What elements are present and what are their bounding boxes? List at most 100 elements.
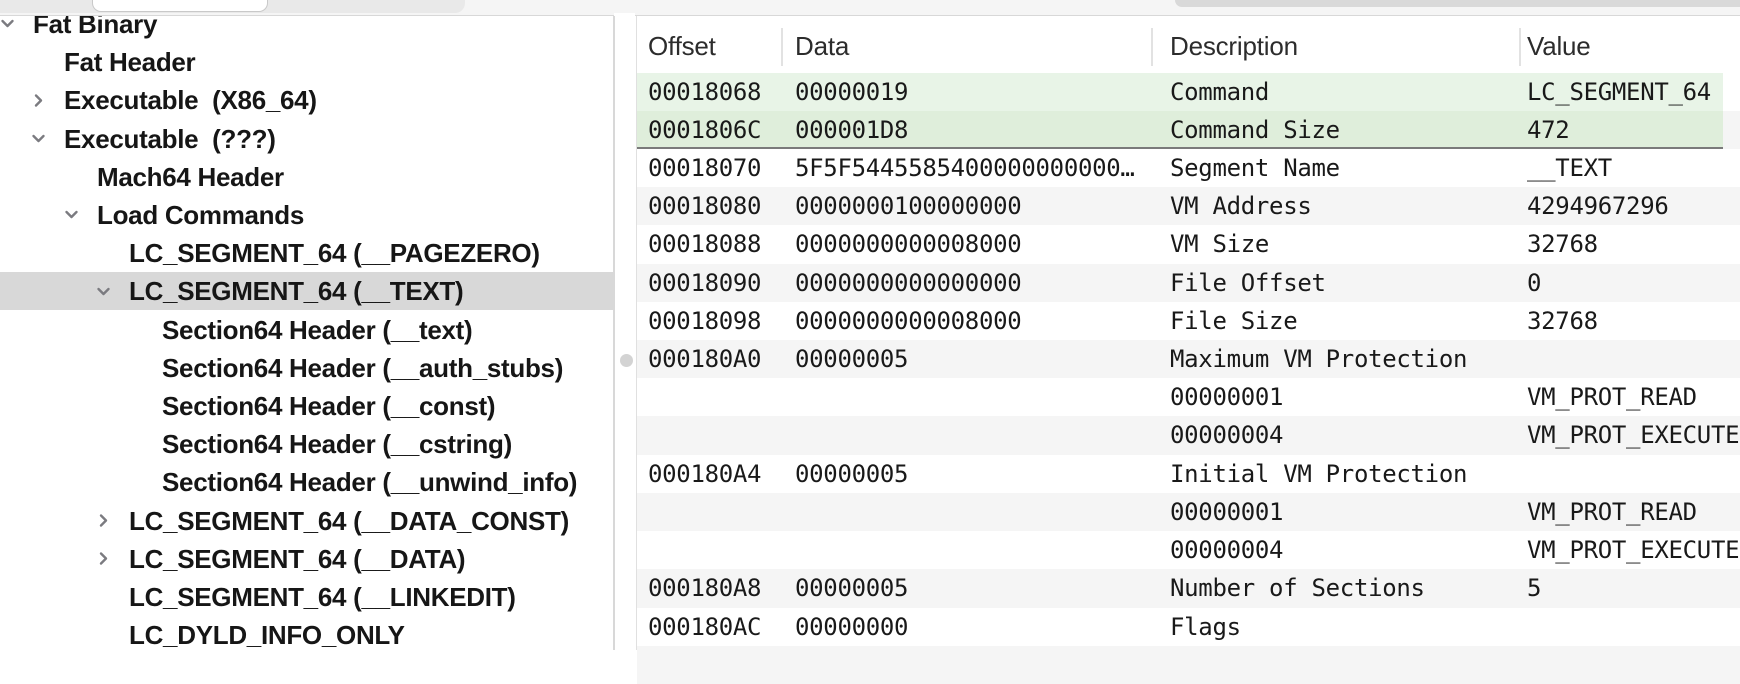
- sidebar-item[interactable]: Executable (X86_64): [0, 81, 613, 119]
- sidebar-item-label: Executable (X86_64): [64, 81, 317, 119]
- cell-offset: 000180A4: [648, 455, 761, 493]
- sidebar-item[interactable]: LC_SEGMENT_64 (__PAGEZERO): [0, 234, 613, 272]
- sidebar-item[interactable]: LC_SEGMENT_64 (__TEXT): [0, 272, 613, 310]
- sidebar-item[interactable]: LC_SEGMENT_64 (__LINKEDIT): [0, 578, 613, 616]
- cell-description: Command: [1170, 73, 1269, 111]
- cell-value: VM_PROT_EXECUTE: [1527, 416, 1739, 454]
- sidebar-item[interactable]: LC_SEGMENT_64 (__DATA_CONST): [0, 502, 613, 540]
- cell-offset: 00018068: [648, 73, 761, 111]
- cell-data: 00000000: [795, 608, 908, 646]
- cell-offset: 0001806C: [648, 111, 761, 149]
- table-row[interactable]: 00018070 5F5F5445585400000000000… Segmen…: [637, 149, 1740, 187]
- sidebar-item[interactable]: Fat Binary: [0, 16, 613, 43]
- sidebar-item-label: LC_SEGMENT_64 (__DATA): [129, 540, 465, 578]
- cell-value: 32768: [1527, 302, 1598, 340]
- cell-value: LC_SEGMENT_64: [1527, 73, 1711, 111]
- cell-offset: 00018080: [648, 187, 761, 225]
- table-row[interactable]: 0001806C 000001D8 Command Size 472: [637, 111, 1740, 149]
- cell-data: 5F5F5445585400000000000…: [795, 149, 1135, 187]
- cell-description: 00000004: [1170, 531, 1283, 569]
- sidebar-item[interactable]: Section64 Header (__text): [0, 311, 613, 349]
- table-row[interactable]: 00000004 VM_PROT_EXECUTE: [637, 531, 1740, 569]
- cell-description: File Offset: [1170, 264, 1326, 302]
- table-row[interactable]: [637, 646, 1740, 684]
- sidebar-item-label: Section64 Header (__auth_stubs): [162, 349, 563, 387]
- cell-description: VM Address: [1170, 187, 1312, 225]
- sidebar-item-label: Section64 Header (__const): [162, 387, 495, 425]
- cell-data: 00000005: [795, 455, 908, 493]
- cell-data: 00000019: [795, 73, 908, 111]
- sidebar-item[interactable]: Load Commands: [0, 196, 613, 234]
- chevron-down-icon[interactable]: [63, 206, 80, 223]
- chevron-down-icon[interactable]: [30, 130, 47, 147]
- table-row[interactable]: 000180A4 00000005 Initial VM Protection: [637, 455, 1740, 493]
- cell-description: File Size: [1170, 302, 1297, 340]
- sidebar-item[interactable]: Executable (???): [0, 120, 613, 158]
- sidebar-item[interactable]: Mach64 Header: [0, 158, 613, 196]
- splitter-gap: [614, 13, 635, 18]
- cell-description: 00000001: [1170, 378, 1283, 416]
- table-row[interactable]: 00018090 0000000000000000 File Offset 0: [637, 264, 1740, 302]
- table-row[interactable]: 00018088 0000000000008000 VM Size 32768: [637, 225, 1740, 263]
- chevron-down-icon[interactable]: [95, 283, 112, 300]
- table-row[interactable]: 000180A8 00000005 Number of Sections 5: [637, 569, 1740, 607]
- sidebar-item[interactable]: Fat Header: [0, 43, 613, 81]
- sidebar-item-label: Fat Header: [64, 43, 195, 81]
- table-row[interactable]: 00018068 00000019 Command LC_SEGMENT_64: [637, 73, 1740, 111]
- sidebar-item-label: LC_SEGMENT_64 (__TEXT): [129, 272, 463, 310]
- table-row[interactable]: 00018080 0000000100000000 VM Address 429…: [637, 187, 1740, 225]
- table-row[interactable]: 00018098 0000000000008000 File Size 3276…: [637, 302, 1740, 340]
- sidebar-item[interactable]: Section64 Header (__auth_stubs): [0, 349, 613, 387]
- table-row[interactable]: 000180A0 00000005 Maximum VM Protection: [637, 340, 1740, 378]
- sidebar-item-label: Executable (???): [64, 120, 276, 158]
- sidebar-item[interactable]: Section64 Header (__cstring): [0, 425, 613, 463]
- cell-value: VM_PROT_READ: [1527, 493, 1697, 531]
- cell-description: Initial VM Protection: [1170, 455, 1467, 493]
- sidebar-item[interactable]: LC_SEGMENT_64 (__DATA): [0, 540, 613, 578]
- sidebar-item-label: LC_SEGMENT_64 (__PAGEZERO): [129, 234, 540, 272]
- sidebar-item-label: LC_DYLD_INFO_ONLY: [129, 616, 405, 650]
- sidebar-tree: Fat Binary Fat Header Executable (X86_64…: [0, 16, 613, 650]
- chevron-right-icon[interactable]: [95, 550, 112, 567]
- cell-data: 0000000100000000: [795, 187, 1021, 225]
- sidebar-item[interactable]: Section64 Header (__unwind_info): [0, 463, 613, 501]
- sidebar-item-label: Load Commands: [97, 196, 304, 234]
- sidebar-item-label: Fat Binary: [33, 16, 157, 43]
- sidebar-item-label: Mach64 Header: [97, 158, 284, 196]
- cell-value: 0: [1527, 264, 1541, 302]
- sidebar-item[interactable]: Section64 Header (__const): [0, 387, 613, 425]
- cell-data: 0000000000008000: [795, 225, 1021, 263]
- chevron-right-icon[interactable]: [30, 92, 47, 109]
- cell-data: 0000000000008000: [795, 302, 1021, 340]
- cell-description: Flags: [1170, 608, 1241, 646]
- cell-value: __TEXT: [1527, 149, 1612, 187]
- cell-data: 00000005: [795, 569, 908, 607]
- hex-detail-table: 00018068 00000019 Command LC_SEGMENT_64 …: [637, 0, 1740, 650]
- cell-value: VM_PROT_EXECUTE: [1527, 531, 1739, 569]
- cell-description: Command Size: [1170, 111, 1340, 149]
- cell-data: 000001D8: [795, 111, 908, 149]
- sidebar-item-label: LC_SEGMENT_64 (__DATA_CONST): [129, 502, 569, 540]
- sidebar-item-label: Section64 Header (__cstring): [162, 425, 512, 463]
- table-row[interactable]: 00000001 VM_PROT_READ: [637, 493, 1740, 531]
- cell-offset: 00018098: [648, 302, 761, 340]
- table-row[interactable]: 000180AC 00000000 Flags: [637, 608, 1740, 646]
- cell-value: 4294967296: [1527, 187, 1669, 225]
- cell-description: VM Size: [1170, 225, 1269, 263]
- cell-description: 00000004: [1170, 416, 1283, 454]
- table-row[interactable]: 00000001 VM_PROT_READ: [637, 378, 1740, 416]
- sidebar-divider[interactable]: [613, 16, 615, 650]
- sidebar-item[interactable]: LC_DYLD_INFO_ONLY: [0, 616, 613, 650]
- sidebar-item-label: Section64 Header (__unwind_info): [162, 463, 577, 501]
- cell-offset: 000180A0: [648, 340, 761, 378]
- table-row[interactable]: 00000004 VM_PROT_EXECUTE: [637, 416, 1740, 454]
- cell-description: 00000001: [1170, 493, 1283, 531]
- cell-description: Segment Name: [1170, 149, 1340, 187]
- chevron-down-icon[interactable]: [0, 16, 16, 32]
- cell-description: Maximum VM Protection: [1170, 340, 1467, 378]
- toolbar-button-partial[interactable]: [92, 0, 268, 12]
- cell-data: 00000005: [795, 340, 908, 378]
- splitter-handle[interactable]: [620, 354, 633, 367]
- sidebar-item-label: Section64 Header (__text): [162, 311, 472, 349]
- chevron-right-icon[interactable]: [95, 512, 112, 529]
